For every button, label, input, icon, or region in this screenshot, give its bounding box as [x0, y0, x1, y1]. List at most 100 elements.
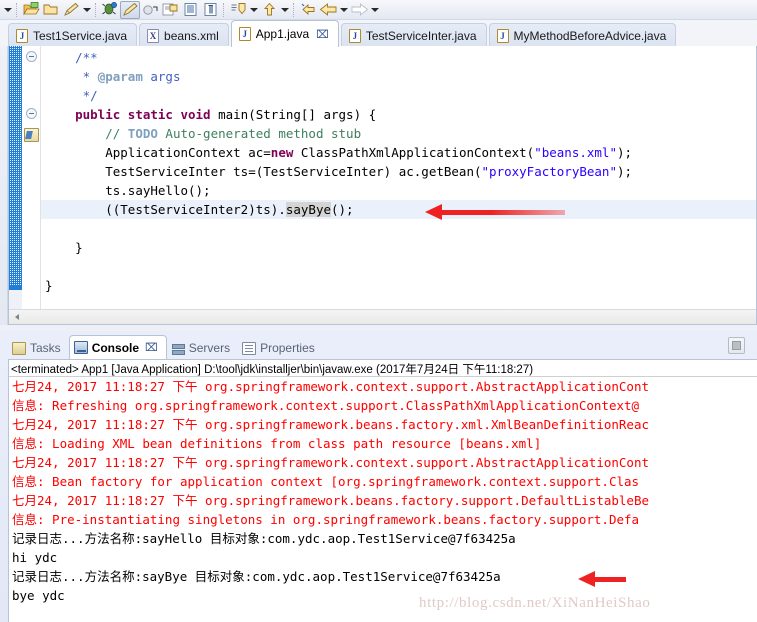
pencil-icon[interactable] [61, 1, 81, 19]
xml-file-icon: X [147, 28, 160, 43]
console-line: 七月24, 2017 11:18:27 下午 org.springframewo… [12, 455, 649, 470]
forward-dropdown-arrow-icon[interactable] [369, 1, 380, 19]
code-line[interactable] [41, 219, 756, 238]
toolbar-separator [293, 2, 295, 17]
tasks-icon [12, 341, 26, 355]
editor-tab-label: beans.xml [164, 28, 219, 43]
code-token: sayBye [285, 202, 331, 217]
editor-tab-label: TestServiceInter.java [365, 28, 477, 43]
fold-marker-javadoc[interactable] [26, 51, 37, 62]
open-folder-icon[interactable] [21, 1, 41, 19]
stop-icon[interactable] [728, 337, 745, 354]
code-line[interactable]: */ [41, 86, 756, 105]
forward-icon[interactable] [349, 1, 369, 19]
back-icon[interactable] [318, 1, 338, 19]
editor-tab-label: MyMethodBeforeAdvice.java [513, 28, 667, 43]
code-token: */ [75, 88, 98, 103]
close-icon[interactable]: ⌧ [316, 28, 329, 41]
java-file-icon: J [16, 28, 28, 43]
quickfix-icon[interactable] [24, 128, 39, 142]
run-external-icon[interactable] [140, 1, 160, 19]
new-java-class-icon[interactable] [160, 1, 180, 19]
scroll-left-arrow-icon[interactable] [9, 310, 24, 325]
code-line[interactable]: ts.sayHello(); [41, 181, 756, 200]
editor-tab-beans-xml[interactable]: Xbeans.xml [139, 23, 229, 47]
up-arrow-icon[interactable] [259, 1, 279, 19]
code-token: } [75, 240, 83, 255]
editor-tabs: J Test1Service.java Xbeans.xml J App1.java ⌧ J… [8, 20, 678, 47]
console-output[interactable]: 七月24, 2017 11:18:27 下午 org.springframewo… [9, 377, 757, 605]
code-line[interactable]: // TODO Auto-generated method stub [41, 124, 756, 143]
pilcrow-icon[interactable] [200, 1, 220, 19]
code-line[interactable]: } [41, 276, 756, 295]
bottom-view-stack: Tasks Console ⌧ Servers Properties <terminat… [0, 331, 757, 622]
pencil-dropdown-arrow-icon[interactable] [81, 1, 92, 19]
view-tab-console[interactable]: Console ⌧ [68, 335, 167, 359]
code-line[interactable]: * @param args [41, 67, 756, 86]
editor-tab-bar: J Test1Service.java Xbeans.xml J App1.java ⌧ J… [0, 20, 757, 47]
close-icon[interactable]: ⌧ [145, 341, 158, 354]
view-tab-servers[interactable]: Servers [167, 337, 238, 359]
search-dropdown-arrow-icon[interactable] [248, 1, 259, 19]
console-line: 信息: Refreshing org.springframework.conte… [12, 398, 640, 413]
editor-tab-app1-java[interactable]: J App1.java ⌧ [230, 20, 339, 47]
fold-marker-method[interactable] [26, 108, 37, 119]
code-line[interactable]: ApplicationContext ac=new ClassPathXmlAp… [41, 143, 756, 162]
code-line[interactable]: /** [41, 48, 756, 67]
code-token: public static void [75, 107, 219, 122]
toolbar-separator [95, 2, 97, 17]
eclipse-window: J Test1Service.java Xbeans.xml J App1.java ⌧ J… [0, 0, 757, 622]
folder-icon[interactable] [41, 1, 61, 19]
code-token: ((TestServiceInter2)ts). [105, 202, 286, 217]
watermark-text: http://blog.csdn.net/XiNanHeiShao [419, 595, 651, 611]
console-view[interactable]: <terminated> App1 [Java Application] D:\… [8, 359, 757, 622]
debug-icon[interactable] [100, 1, 120, 19]
code-editor-body: /** * @param args */ public static void … [9, 46, 756, 309]
editor-horizontal-scrollbar[interactable] [9, 309, 756, 324]
java-file-icon: J [348, 28, 361, 43]
up-dropdown-arrow-icon[interactable] [279, 1, 290, 19]
code-line[interactable]: public static void main(String[] args) { [41, 105, 756, 124]
back-dropdown-arrow-icon[interactable] [338, 1, 349, 19]
editor-tab-label: Test1Service.java [33, 28, 128, 43]
console-line: 七月24, 2017 11:18:27 下午 org.springframewo… [12, 417, 649, 432]
view-tab-properties[interactable]: Properties [238, 337, 323, 359]
code-token: ts.sayHello(); [105, 183, 211, 198]
editor-folding-ruler[interactable] [22, 46, 41, 309]
code-token: @param [97, 69, 143, 84]
code-line[interactable]: ((TestServiceInter2)ts).sayBye(); [41, 200, 756, 219]
code-line[interactable]: } [41, 238, 756, 257]
code-text-area[interactable]: /** * @param args */ public static void … [41, 46, 756, 309]
console-icon [73, 341, 88, 354]
code-token: TestServiceInter ts=(TestServiceInter) a… [105, 164, 482, 179]
code-token: "beans.xml" [534, 145, 617, 160]
code-token: main(String[] args) { [218, 107, 377, 122]
code-token: /** [75, 50, 98, 65]
editor-tab-label: App1.java [255, 27, 310, 41]
editor-tab-mymethodbeforeadvice-java[interactable]: J MyMethodBeforeAdvice.java [488, 23, 677, 47]
code-line[interactable]: TestServiceInter ts=(TestServiceInter) a… [41, 162, 756, 181]
view-tab-label: Servers [188, 341, 231, 355]
code-line[interactable] [41, 257, 756, 276]
dropdown-arrow-left-icon[interactable] [2, 1, 13, 19]
back-small-icon[interactable] [298, 1, 318, 19]
code-token: } [45, 278, 53, 293]
view-tab-tasks[interactable]: Tasks [8, 337, 69, 359]
toolbar-separator [16, 2, 18, 17]
java-file-icon: J [238, 27, 251, 41]
code-token: (); [331, 202, 354, 217]
search-down-icon[interactable] [228, 1, 248, 19]
props-icon [242, 341, 257, 355]
console-line: hi ydc [12, 550, 58, 565]
editor-annotation-ruler[interactable] [9, 46, 22, 309]
code-token: * [75, 69, 98, 84]
console-launch-label: <terminated> App1 [Java Application] D:\… [9, 360, 757, 377]
outline-list-icon[interactable] [180, 1, 200, 19]
editor-tab-testserviceinter-java[interactable]: J TestServiceInter.java [340, 23, 487, 47]
run-icon[interactable] [120, 0, 140, 19]
editor-tab-test1service-java[interactable]: J Test1Service.java [8, 23, 138, 47]
